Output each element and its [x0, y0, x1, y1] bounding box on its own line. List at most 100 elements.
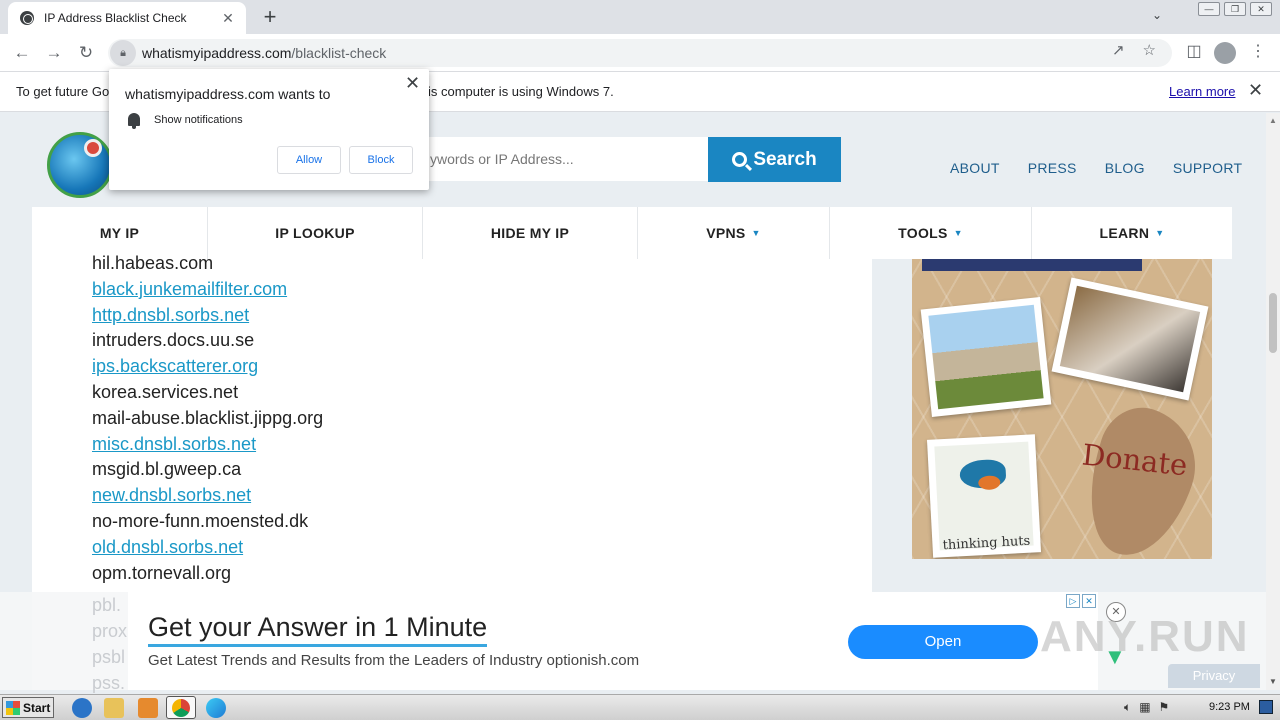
nav-about[interactable]: ABOUT — [950, 160, 1000, 176]
internet-explorer-icon[interactable] — [72, 698, 92, 718]
kingfisher-icon — [959, 458, 1007, 490]
blacklist-link[interactable]: misc.dnsbl.sorbs.net — [92, 432, 323, 458]
adchoices-icons[interactable]: ▷ ✕ — [1066, 594, 1096, 608]
bell-icon — [128, 113, 140, 129]
infobar-message-start: To get future Go — [16, 84, 110, 99]
site-favicon-icon — [20, 11, 34, 25]
scrollbar-thumb[interactable] — [1269, 293, 1277, 353]
ad-stamp-kingfisher: thinking huts — [926, 434, 1042, 558]
blacklist-item: mail-abuse.blacklist.jippg.org — [92, 407, 324, 428]
adchoices-icon[interactable]: ▷ — [1066, 594, 1080, 608]
nav-blog[interactable]: BLOG — [1105, 160, 1145, 176]
chrome-icon — [172, 699, 190, 717]
blacklist-link[interactable]: http.dnsbl.sorbs.net — [92, 303, 323, 329]
main-nav-label: HIDE MY IP — [490, 225, 570, 241]
watermark: ANY.RUN — [1040, 612, 1250, 661]
allow-button[interactable]: Allow — [277, 146, 341, 174]
search-button[interactable]: Search — [708, 137, 841, 182]
blacklist-list: hil.habeas.com black.junkemailfilter.com h… — [92, 251, 323, 586]
main-nav-vpns[interactable]: VPNS ▼ — [638, 207, 830, 259]
main-nav-label: TOOLS — [898, 225, 948, 241]
media-player-icon[interactable] — [138, 698, 158, 718]
faded-list-row: pbl. — [92, 595, 122, 615]
tab-close-icon[interactable]: ✕ — [220, 10, 236, 27]
window-close-button[interactable]: ✕ — [1250, 2, 1272, 16]
main-nav-hide-my-ip[interactable]: HIDE MY IP — [423, 207, 638, 259]
search-input[interactable]: ywords or IP Address... — [420, 137, 708, 181]
chrome-taskbar-button[interactable] — [166, 696, 196, 719]
notification-permission-popup: whatismyipaddress.com wants to ✕ Show no… — [109, 69, 429, 190]
ad-photo-building — [920, 297, 1052, 417]
new-tab-button[interactable]: + — [258, 4, 282, 30]
main-nav-label: LEARN — [1099, 225, 1150, 241]
browser-toolbar: ← → ↻ 🔒︎ whatismyipaddress.com /blacklis… — [0, 34, 1280, 72]
blacklist-item: opm.tornevall.org — [92, 562, 232, 583]
forward-arrow-icon[interactable]: → — [42, 41, 66, 65]
search-button-label: Search — [753, 148, 817, 170]
reload-icon[interactable]: ↻ — [74, 41, 98, 65]
address-bar[interactable]: 🔒︎ whatismyipaddress.com /blacklist-chec… — [108, 39, 1172, 67]
main-nav-learn[interactable]: LEARN ▼ — [1032, 207, 1232, 259]
blacklist-link[interactable]: black.junkemailfilter.com — [92, 277, 323, 303]
tab-title: IP Address Blacklist Check — [44, 11, 187, 25]
ad-x-icon[interactable]: ✕ — [1082, 594, 1096, 608]
ad-open-button[interactable]: Open — [848, 625, 1038, 659]
nav-support[interactable]: SUPPORT — [1173, 160, 1243, 176]
page-scrollbar[interactable]: ▲ ▼ — [1266, 113, 1280, 690]
main-nav-tools[interactable]: TOOLS ▼ — [830, 207, 1032, 259]
windows-taskbar: Start 🔈︎ ▦ ⚑ 9:23 PM — [0, 694, 1280, 720]
back-arrow-icon[interactable]: ← — [10, 41, 34, 65]
sidebar-donate-ad[interactable]: Donate thinking huts — [912, 259, 1212, 559]
block-button[interactable]: Block — [349, 146, 413, 174]
nav-press[interactable]: PRESS — [1028, 160, 1077, 176]
learn-more-link[interactable]: Learn more — [1169, 84, 1235, 99]
permission-origin-text: whatismyipaddress.com wants to — [125, 86, 331, 102]
blacklist-item: intruders.docs.uu.se — [92, 330, 255, 351]
faded-list-rows: pbl. prox psbl pss. — [92, 592, 127, 696]
show-desktop-icon[interactable] — [1259, 700, 1273, 714]
scroll-up-icon[interactable]: ▲ — [1269, 116, 1277, 125]
blacklist-link[interactable]: new.dnsbl.sorbs.net — [92, 483, 323, 509]
maximize-button[interactable]: ❐ — [1224, 2, 1246, 16]
dropdown-caret-icon: ▼ — [1155, 228, 1165, 238]
ad-headline[interactable]: Get your Answer in 1 Minute — [148, 612, 488, 647]
share-icon[interactable]: ↗ — [1112, 41, 1125, 59]
blacklist-link[interactable]: old.dnsbl.sorbs.net — [92, 535, 323, 561]
infobar-close-icon[interactable]: ✕ — [1248, 80, 1263, 101]
system-tray: 🔈︎ ▦ ⚑ — [1124, 700, 1169, 715]
search-icon — [732, 152, 748, 167]
volume-icon[interactable]: 🔈︎ — [1124, 700, 1131, 715]
browser-tab[interactable]: IP Address Blacklist Check ✕ — [8, 2, 246, 34]
dropdown-caret-icon: ▼ — [751, 228, 761, 238]
main-nav-label: MY IP — [99, 225, 140, 241]
action-center-flag-icon[interactable]: ⚑ — [1159, 700, 1170, 715]
site-logo[interactable] — [47, 132, 113, 198]
main-nav-label: VPNS — [706, 225, 746, 241]
edge-icon[interactable] — [206, 698, 226, 718]
menu-kebab-icon[interactable]: ⋮ — [1246, 41, 1270, 61]
file-explorer-icon[interactable] — [104, 698, 124, 718]
network-icon[interactable]: ▦ — [1139, 700, 1150, 715]
minimize-button[interactable]: — — [1198, 2, 1220, 16]
ad-top-photo — [922, 259, 1142, 271]
taskbar-clock[interactable]: 9:23 PM — [1209, 701, 1250, 713]
profile-avatar-button[interactable] — [1214, 42, 1238, 64]
windows-logo-icon — [6, 700, 20, 715]
bookmark-star-icon[interactable]: ☆ — [1143, 41, 1156, 59]
scroll-down-icon[interactable]: ▼ — [1269, 677, 1277, 686]
start-button[interactable]: Start — [2, 697, 54, 718]
dropdown-caret-icon: ▼ — [953, 228, 963, 238]
blacklist-link[interactable]: ips.backscatterer.org — [92, 354, 323, 380]
lock-icon[interactable]: 🔒︎ — [110, 40, 136, 66]
side-panel-icon[interactable]: ◫ — [1182, 41, 1206, 61]
infobar-message-end: is computer is using Windows 7. — [428, 84, 614, 99]
blacklist-item: hil.habeas.com — [92, 253, 214, 273]
faded-list-row: prox — [92, 621, 128, 641]
start-label: Start — [23, 700, 51, 715]
popup-close-icon[interactable]: ✕ — [405, 73, 420, 94]
privacy-badge[interactable]: Privacy — [1168, 664, 1260, 688]
tab-search-chevron-icon[interactable]: ⌄ — [1152, 8, 1162, 22]
faded-list-row: pss. — [92, 673, 126, 693]
ad-card[interactable]: Get your Answer in 1 Minute Get Latest T… — [128, 592, 1098, 690]
ad-subline: Get Latest Trends and Results from the L… — [148, 652, 640, 669]
